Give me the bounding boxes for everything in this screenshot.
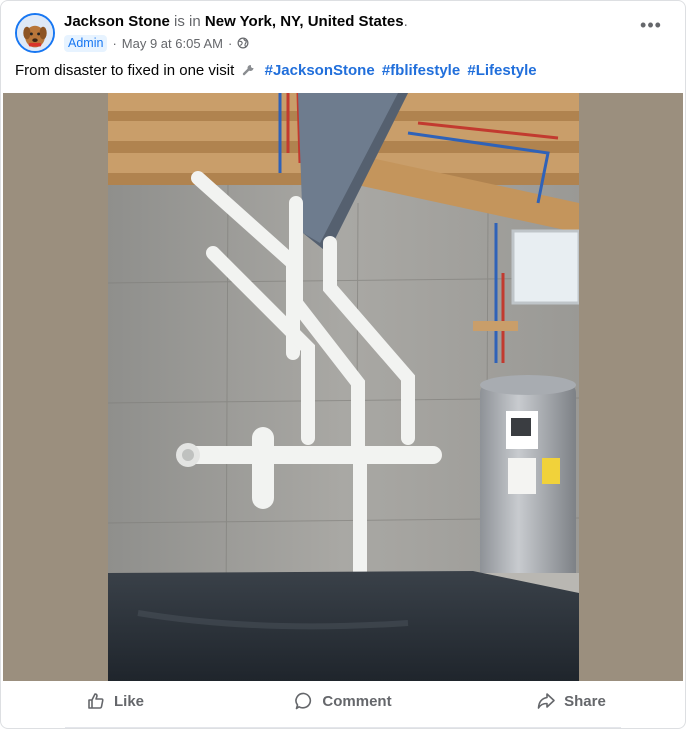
comment-label: Comment [322,692,392,710]
location-suffix: . [403,13,408,30]
wrench-icon [243,65,254,76]
admin-badge: Admin [64,34,108,52]
basement-plumbing-image [108,93,579,681]
dog-avatar-icon [17,15,53,51]
share-arrow-icon [537,693,555,709]
author-line: Jackson Stone is in New York, NY, United… [64,12,408,31]
caption-text: From disaster to fixed in one visit [15,62,235,79]
post-header: Jackson Stone is in New York, NY, United… [1,1,685,57]
comment-bubble-icon [295,692,312,710]
author-avatar[interactable] [15,13,55,53]
hashtag-link[interactable]: #Lifestyle [467,62,536,79]
meta-separator: · [112,35,117,51]
post-caption: From disaster to fixed in one visit #Jac… [15,61,537,81]
author-name[interactable]: Jackson Stone [64,13,170,30]
share-label: Share [564,692,606,710]
comment-button[interactable]: Comment [229,681,457,721]
share-button[interactable]: Share [457,681,685,721]
is-in-text: is in [174,13,201,30]
globe-icon[interactable] [237,37,249,49]
like-label: Like [113,692,144,710]
post-timestamp[interactable]: May 9 at 6:05 AM [122,36,223,51]
post-media[interactable] [3,93,683,681]
more-options-button[interactable]: ••• [635,16,667,39]
post-meta: Admin · May 9 at 6:05 AM · [64,34,249,52]
post-actions: Like Comment Share [1,681,685,721]
post-card: Jackson Stone is in New York, NY, United… [0,0,686,729]
location-link[interactable]: New York, NY, United States [205,13,404,30]
like-button[interactable]: Like [1,681,229,721]
hashtag-link[interactable]: #JacksonStone [265,62,375,79]
post-photo[interactable] [108,93,579,681]
thumbs-up-icon [88,693,104,709]
bottom-divider [65,727,621,728]
hashtag-link[interactable]: #fblifestyle [382,62,460,79]
meta-separator: · [227,35,233,51]
